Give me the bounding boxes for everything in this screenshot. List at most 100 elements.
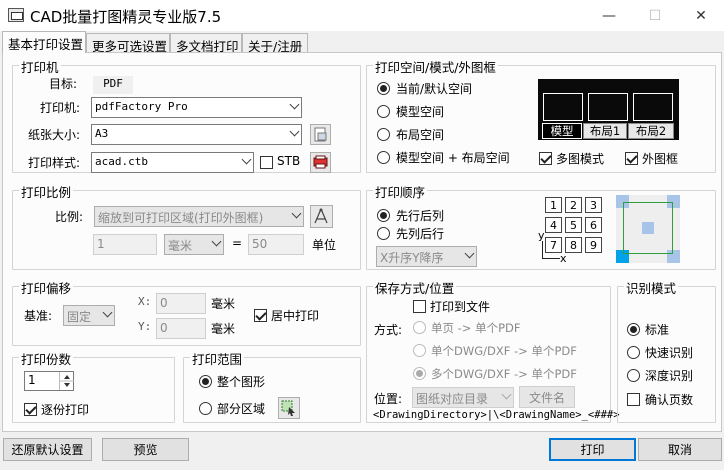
space-model-label: 模型空间 xyxy=(396,105,445,119)
space-model-radio[interactable] xyxy=(377,105,390,118)
chevron-down-icon xyxy=(291,208,302,219)
space-layout-radio[interactable] xyxy=(377,128,390,141)
order-col-first-radio[interactable] xyxy=(377,227,390,240)
order-row-first-radio[interactable] xyxy=(377,209,390,222)
chevron-down-icon xyxy=(464,248,475,259)
paper-settings-icon[interactable] xyxy=(310,124,331,145)
grid-cell: 2 xyxy=(565,197,582,213)
space-current-radio[interactable] xyxy=(377,82,390,95)
grid-cell: 8 xyxy=(565,237,582,253)
print-button[interactable]: 打印 xyxy=(549,438,636,461)
scale-select[interactable]: 缩放到可打印区域(打印外图框) xyxy=(94,206,304,227)
save-group: 保存方式/位置 打印到文件 方式: 单页 -> 单个PDF 单个DWG/DXF … xyxy=(366,278,620,423)
title-bar[interactable]: CAD批量打图精灵专业版7.5 — ☐ ✕ xyxy=(0,0,724,31)
multi-mode-label: 多图模式 xyxy=(556,152,605,166)
recognize-fast-label: 快速识别 xyxy=(645,346,694,360)
recognize-deep-radio[interactable] xyxy=(627,369,640,382)
scale-pick-icon[interactable] xyxy=(310,205,333,228)
stb-checkbox[interactable] xyxy=(260,156,273,169)
tab-basic-print[interactable]: 基本打印设置 xyxy=(2,31,86,53)
outer-frame-checkbox[interactable] xyxy=(625,152,638,165)
grid-cell: 6 xyxy=(585,217,602,233)
range-group: 打印范围 整个图形 部分区域 xyxy=(183,349,361,423)
recognize-fast-radio[interactable] xyxy=(627,346,640,359)
space-both-radio[interactable] xyxy=(377,151,390,164)
center-marker xyxy=(642,222,654,234)
space-current-label: 当前/默认空间 xyxy=(396,82,473,96)
range-select-icon[interactable] xyxy=(278,397,300,419)
offset-x-input[interactable]: 0 xyxy=(156,293,206,314)
tab-about[interactable]: 关于/注册 xyxy=(242,33,308,54)
printer-select[interactable]: pdfFactory Pro xyxy=(91,97,302,118)
preview-tab-layout1: 布局1 xyxy=(583,123,627,139)
scale-equals: = xyxy=(232,236,243,250)
scale-num1-input[interactable]: 1 xyxy=(93,234,157,255)
save-single-dwg-radio[interactable] xyxy=(413,344,426,357)
offset-base-select[interactable]: 固定 xyxy=(63,305,115,326)
save-path-text: <DrawingDirectory>|\<DrawingName>_<###> xyxy=(373,409,620,421)
chevron-down-icon xyxy=(102,307,113,318)
chevron-down-icon xyxy=(289,126,300,137)
range-partial-radio[interactable] xyxy=(199,402,212,415)
recognize-group: 识别模式 标准 快速识别 深度识别 确认页数 xyxy=(617,278,716,423)
print-to-file-label: 打印到文件 xyxy=(430,300,491,314)
window-title: CAD批量打图精灵专业版7.5 xyxy=(30,8,222,26)
printer-label: 打印机: xyxy=(40,101,81,115)
cancel-button[interactable]: 取消 xyxy=(638,438,722,461)
recognize-deep-label: 深度识别 xyxy=(645,369,694,383)
print-to-file-checkbox[interactable] xyxy=(413,300,426,313)
save-group-label: 保存方式/位置 xyxy=(373,278,457,297)
tab-more-options[interactable]: 更多可选设置 xyxy=(86,33,170,54)
range-whole-radio[interactable] xyxy=(199,375,212,388)
minimize-button[interactable]: — xyxy=(586,0,632,31)
save-method-label: 方式: xyxy=(374,323,403,337)
save-location-value: 图纸对应目录 xyxy=(416,392,489,406)
save-location-select[interactable]: 图纸对应目录 xyxy=(412,387,514,408)
offset-y-input[interactable]: 0 xyxy=(156,318,206,339)
outer-frame-label: 外图框 xyxy=(642,152,679,166)
offset-x-label: X: xyxy=(138,295,152,308)
scale-group-label: 打印比例 xyxy=(19,182,74,201)
tab-multi-doc[interactable]: 多文档打印 xyxy=(170,33,242,54)
preview-frame xyxy=(543,93,583,121)
save-multi-dwg-radio[interactable] xyxy=(413,367,426,380)
grid-cell: 4 xyxy=(545,217,562,233)
scale-unit-label: 单位 xyxy=(312,238,337,252)
filename-button[interactable]: 文件名 xyxy=(519,386,575,408)
axis-y-line xyxy=(542,241,543,259)
confirm-pages-label: 确认页数 xyxy=(645,393,694,407)
collate-checkbox[interactable] xyxy=(24,403,37,416)
scale-unit-value: 毫米 xyxy=(168,239,193,253)
center-print-checkbox[interactable] xyxy=(254,309,267,322)
style-select[interactable]: acad.ctb xyxy=(91,152,254,173)
recognize-standard-radio[interactable] xyxy=(627,323,640,336)
style-edit-icon[interactable] xyxy=(310,152,331,173)
scale-label: 比例: xyxy=(55,210,84,224)
chevron-down-icon xyxy=(501,389,512,400)
space-preview: 模型 布局1 布局2 xyxy=(538,79,679,140)
offset-base-value: 固定 xyxy=(67,310,92,324)
printer-group: 打印机 目标: PDF 打印机: pdfFactory Pro 纸张大小: A3… xyxy=(12,57,361,173)
center-print-label: 居中打印 xyxy=(271,309,320,323)
multi-mode-checkbox[interactable] xyxy=(539,152,552,165)
collate-label: 逐份打印 xyxy=(41,403,90,417)
preview-frame xyxy=(633,93,673,121)
space-group-label: 打印空间/模式/外图框 xyxy=(373,57,498,76)
scale-num2-input[interactable]: 50 xyxy=(248,234,304,255)
save-single-page-radio[interactable] xyxy=(413,321,426,334)
measure-icon xyxy=(314,208,328,224)
grid-cell: 5 xyxy=(565,217,582,233)
recognize-group-label: 识别模式 xyxy=(624,278,679,297)
printer-group-label: 打印机 xyxy=(19,57,61,76)
copies-spinner[interactable] xyxy=(59,372,74,390)
paper-select[interactable]: A3 xyxy=(91,124,302,145)
preview-button[interactable]: 预览 xyxy=(102,438,189,461)
order-sort-select[interactable]: X升序Y降序 xyxy=(376,246,477,267)
reset-defaults-button[interactable]: 还原默认设置 xyxy=(3,438,92,461)
confirm-pages-checkbox[interactable] xyxy=(627,393,640,406)
scale-unit-select[interactable]: 毫米 xyxy=(164,234,224,255)
preview-tab-model: 模型 xyxy=(542,123,582,139)
range-group-label: 打印范围 xyxy=(190,349,245,368)
close-button[interactable]: ✕ xyxy=(678,0,724,31)
tab-panel: 打印机 目标: PDF 打印机: pdfFactory Pro 纸张大小: A3… xyxy=(2,52,722,432)
